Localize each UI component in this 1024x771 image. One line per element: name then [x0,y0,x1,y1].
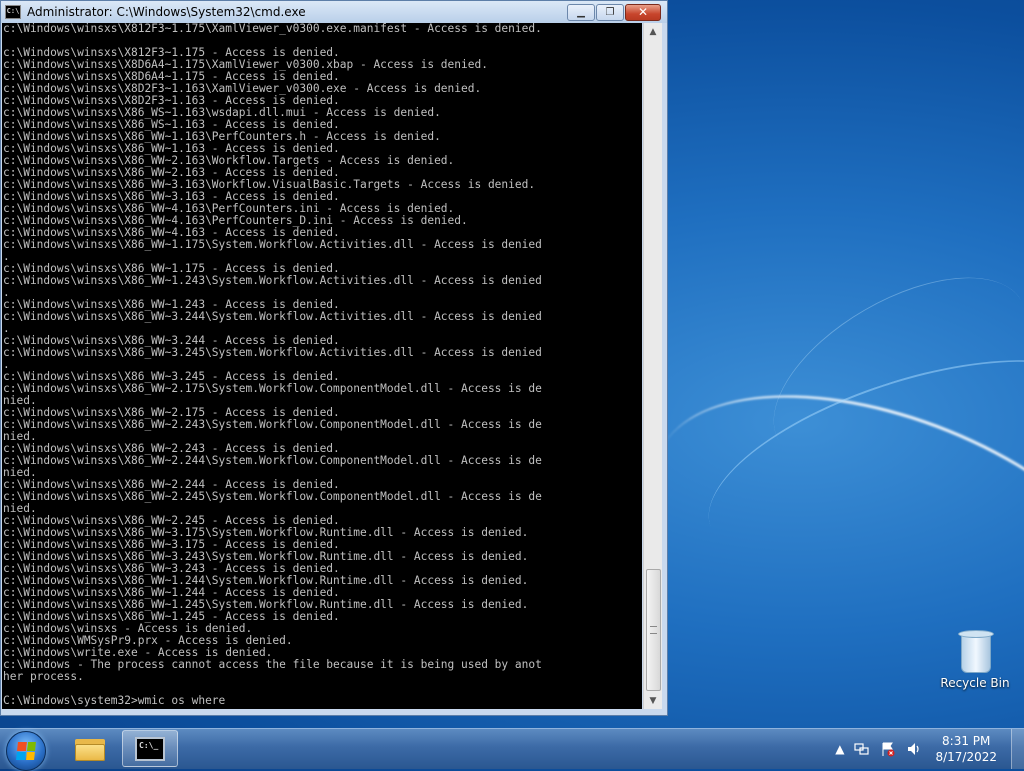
wallpaper-streak [743,239,1024,502]
clock-date: 8/17/2022 [935,750,997,764]
start-button[interactable] [6,731,46,771]
console-line: c:\Windows - The process cannot access t… [3,658,542,671]
wallpaper-streak [685,319,1024,603]
console-text: c:\Windows\winsxs\X812F3~1.175\XamlViewe… [2,23,642,707]
taskbar-clock[interactable]: 8:31 PM 8/17/2022 [935,733,997,765]
show-hidden-icons-chevron-icon[interactable]: ▲ [835,742,844,756]
recycle-bin-icon [958,628,994,673]
system-tray: ▲ 8:31 PM 8/17/2022 [830,729,1024,769]
taskbar: C:\_ ▲ 8:31 PM 8/17/2022 [0,728,1024,771]
maximize-button[interactable]: ❐ [596,3,624,21]
console-output[interactable]: c:\Windows\winsxs\X812F3~1.175\XamlViewe… [2,23,642,709]
scrollbar-grip-icon [650,626,657,634]
window-title: Administrator: C:\Windows\System32\cmd.e… [27,5,306,19]
network-icon[interactable] [854,741,870,757]
console-line: c:\Windows\winsxs\X86_WW~1.243\System.Wo… [3,274,542,287]
cmd-window[interactable]: C:\ Administrator: C:\Windows\System32\c… [0,0,668,716]
console-line: c:\Windows\winsxs\X86_WW~2.243\System.Wo… [3,418,542,431]
caption-buttons: ▁ ❐ ✕ [567,3,661,21]
scroll-up-arrow[interactable]: ▲ [644,23,662,40]
console-line: C:\Windows\system32>wmic os where [3,694,226,707]
vertical-scrollbar[interactable]: ▲ ▼ [643,23,662,709]
recycle-bin-label: Recycle Bin [940,676,1010,690]
console-line: c:\Windows\winsxs\X86_WW~3.245\System.Wo… [3,346,542,359]
console-line: c:\Windows\winsxs\X86_WW~2.244\System.Wo… [3,454,542,467]
windows-logo-icon [16,742,36,760]
window-titlebar[interactable]: C:\ Administrator: C:\Windows\System32\c… [1,1,667,23]
action-center-flag-icon[interactable] [880,741,896,757]
volume-icon[interactable] [906,741,922,757]
scrollbar-thumb[interactable] [646,569,661,691]
clock-time: 8:31 PM [942,734,991,748]
console-line: c:\Windows\winsxs\X86_WW~3.244\System.Wo… [3,310,542,323]
console-line: c:\Windows\winsxs\X86_WW~1.175\System.Wo… [3,238,542,251]
minimize-button[interactable]: ▁ [567,3,595,21]
console-line: c:\Windows\winsxs\X812F3~1.175\XamlViewe… [3,23,542,35]
taskbar-cmd-button[interactable]: C:\_ [122,730,178,767]
wallpaper-streak [609,332,1024,771]
show-desktop-button[interactable] [1011,729,1024,769]
console-line: c:\Windows\winsxs\X86_WW~2.175\System.Wo… [3,382,542,395]
taskbar-explorer-button[interactable] [62,730,118,767]
console-line: c:\Windows\winsxs\X86_WW~2.245\System.Wo… [3,490,542,503]
close-button[interactable]: ✕ [625,3,661,21]
cmd-app-icon: C:\ [5,5,21,19]
folder-icon [75,737,105,761]
cmd-icon: C:\_ [135,736,165,761]
recycle-bin-shortcut[interactable]: Recycle Bin [938,628,1012,690]
scroll-down-arrow[interactable]: ▼ [644,692,662,709]
console-line: her process. [3,670,84,683]
